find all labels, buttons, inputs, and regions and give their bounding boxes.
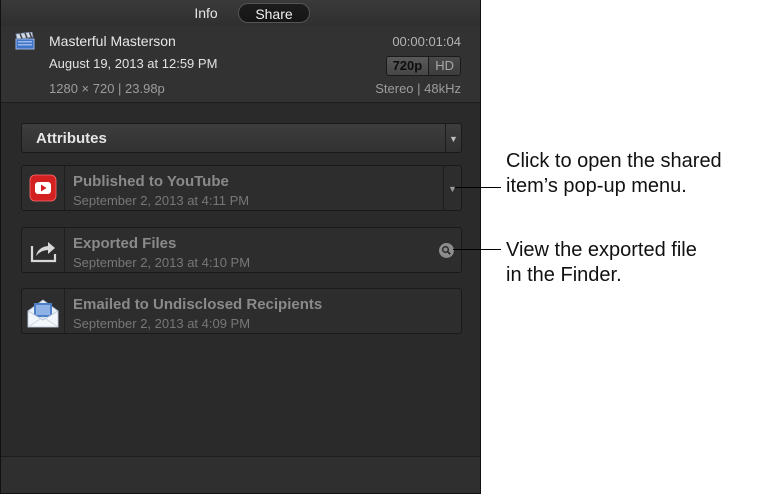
project-header: Masterful Masterson 00:00:01:04 August 1… xyxy=(1,26,480,103)
item-date: September 2, 2013 at 4:09 PM xyxy=(73,316,251,331)
shared-item-exported-files[interactable]: Exported Files September 2, 2013 at 4:10… xyxy=(21,227,462,273)
project-audio: Stereo | 48kHz xyxy=(375,81,461,96)
item-icon-box xyxy=(22,289,65,333)
callout-popup-line1: Click to open the shared xyxy=(506,150,722,172)
shared-item-youtube[interactable]: Published to YouTube September 2, 2013 a… xyxy=(21,165,462,211)
reveal-in-finder-icon[interactable] xyxy=(439,243,454,258)
panel-bottom-bar xyxy=(1,456,480,493)
tab-info[interactable]: Info xyxy=(177,3,235,23)
chevron-down-icon[interactable]: ▼ xyxy=(445,124,461,152)
inspector-tab-bar: Info Share xyxy=(1,0,480,27)
callout-line-finder xyxy=(453,249,501,250)
project-title: Masterful Masterson xyxy=(49,33,176,49)
callout-line-popup xyxy=(455,187,501,188)
callout-finder-line1: View the exported file xyxy=(506,239,697,261)
attributes-popup[interactable]: Attributes ▼ xyxy=(21,123,462,153)
res-hd-button[interactable]: HD xyxy=(428,57,460,75)
item-icon-box xyxy=(22,228,65,272)
share-inspector-panel: Info Share Masterful Masterson 00:00:01:… xyxy=(0,0,481,494)
res-720p-button[interactable]: 720p xyxy=(386,57,429,75)
shared-item-email[interactable]: Emailed to Undisclosed Recipients Septem… xyxy=(21,288,462,334)
item-date: September 2, 2013 at 4:11 PM xyxy=(73,193,250,208)
callout-finder-line2: in the Finder. xyxy=(506,264,622,286)
youtube-icon xyxy=(29,174,57,202)
mail-envelope-icon xyxy=(27,299,59,328)
clapperboard-icon xyxy=(15,32,35,50)
callout-popup-line2: item’s pop-up menu. xyxy=(506,175,687,197)
item-title: Exported Files xyxy=(73,235,177,252)
attributes-label: Attributes xyxy=(36,130,107,147)
item-icon-box xyxy=(22,166,65,210)
callout-finder: View the exported file in the Finder. xyxy=(506,238,697,288)
export-arrow-icon xyxy=(30,242,57,263)
resolution-toggle: 720p HD xyxy=(385,56,461,76)
project-dimensions: 1280 × 720 | 23.98p xyxy=(49,81,165,96)
project-duration: 00:00:01:04 xyxy=(392,34,461,49)
item-title: Emailed to Undisclosed Recipients xyxy=(73,296,323,313)
item-title: Published to YouTube xyxy=(73,173,229,190)
tab-share[interactable]: Share xyxy=(238,3,310,23)
shared-item-menu-arrow-icon[interactable]: ▼ xyxy=(443,166,461,210)
callout-popup-menu: Click to open the shared item’s pop-up m… xyxy=(506,149,722,199)
item-date: September 2, 2013 at 4:10 PM xyxy=(73,255,251,270)
project-date: August 19, 2013 at 12:59 PM xyxy=(49,56,218,71)
